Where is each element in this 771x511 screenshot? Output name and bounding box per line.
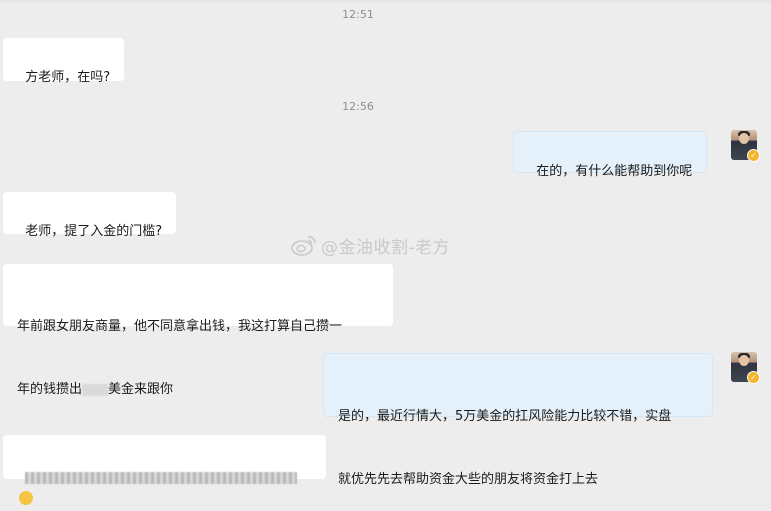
message-text-line: 就优先先去帮助资金大些的朋友将资金打上去 [338, 472, 599, 487]
message-text: 在的，有什么能帮助到你呢 [536, 164, 693, 179]
avatar[interactable]: ✓ [731, 130, 760, 162]
laughing-emoji-icon [19, 490, 33, 505]
message-text: 美金来跟你 [108, 382, 174, 397]
blurred-message-text [25, 471, 298, 484]
incoming-message-bubble[interactable]: 方老师，在吗? [3, 38, 125, 85]
message-text-line: 是的，最近行情大，5万美金的扛风险能力比较不错，实盘 [338, 409, 672, 424]
timestamp: 12:56 [342, 100, 374, 113]
message-text-line: 年前跟女朋友商量，他不同意拿出钱，我这打算自己攒一 [17, 319, 343, 334]
weibo-watermark: @金油收割-老方 [291, 232, 450, 258]
incoming-message-bubble[interactable] [3, 435, 326, 505]
avatar-face [739, 355, 749, 366]
timestamp: 12:51 [342, 8, 374, 21]
outgoing-message-bubble[interactable]: 在的，有什么能帮助到你呢 [513, 131, 708, 179]
incoming-message-bubble[interactable]: 年前跟女朋友商量，他不同意拿出钱，我这打算自己攒一 年的钱攒出 美金来跟你 [3, 264, 393, 397]
blurred-amount [82, 383, 109, 396]
message-text: 年的钱攒出 [17, 382, 83, 397]
watermark-text: @金油收割-老方 [321, 237, 451, 258]
top-strip [0, 0, 771, 3]
incoming-message-bubble[interactable]: 老师，提了入金的门槛? [3, 192, 177, 239]
weibo-logo-icon [291, 236, 316, 256]
message-text: 老师，提了入金的门槛? [25, 224, 163, 239]
message-text: 方老师，在吗? [25, 70, 111, 85]
avatar[interactable]: ✓ [731, 352, 760, 384]
verified-badge-icon: ✓ [747, 371, 760, 384]
outgoing-message-bubble[interactable]: 是的，最近行情大，5万美金的扛风险能力比较不错，实盘 就优先先去帮助资金大些的朋… [323, 353, 713, 487]
verified-badge-icon: ✓ [747, 149, 760, 162]
avatar-face [739, 133, 749, 144]
